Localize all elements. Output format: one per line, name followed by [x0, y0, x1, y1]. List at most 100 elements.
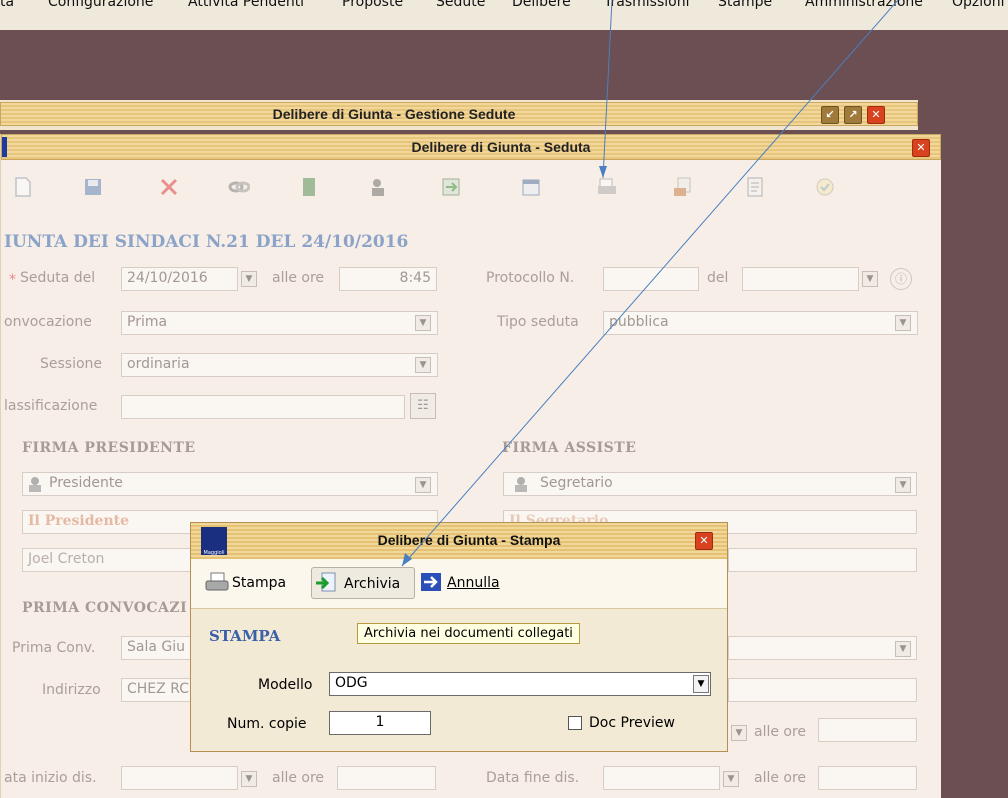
info-icon[interactable]: ⓘ — [890, 268, 912, 290]
prima-conv-select[interactable]: Sala Giu — [121, 636, 191, 660]
protocollo-field[interactable] — [603, 267, 699, 291]
menu-item-attivita-pendenti[interactable]: Attività Pendenti — [188, 0, 304, 10]
indirizzo-field[interactable]: CHEZ RC — [121, 678, 191, 702]
calendar-icon[interactable] — [520, 176, 542, 198]
chevron-down-icon[interactable]: ▼ — [241, 271, 257, 287]
protocollo-label: Protocollo N. — [486, 270, 575, 286]
check-icon[interactable] — [814, 176, 836, 198]
chevron-down-icon[interactable]: ▼ — [415, 315, 431, 331]
chevron-down-icon[interactable]: ▼ — [895, 641, 911, 657]
data-inizio-label: ata inizio dis. — [4, 770, 97, 786]
seduta-heading: IUNTA DEI SINDACI N.21 DEL 24/10/2016 — [4, 232, 409, 252]
link-icon[interactable] — [228, 176, 250, 198]
book-icon[interactable] — [298, 176, 320, 198]
users-icon[interactable] — [368, 176, 390, 198]
section-stampa: STAMPA — [209, 627, 281, 645]
data-fine-ore-field[interactable] — [818, 766, 917, 790]
required-mark: * — [9, 272, 16, 288]
titlebar-seduta: Delibere di Giunta - Seduta ✕ — [1, 134, 941, 160]
delete-icon[interactable] — [158, 176, 180, 198]
indirizzo-field-right[interactable] — [728, 678, 917, 702]
data-inizio-ore-field[interactable] — [337, 766, 436, 790]
tipo-seduta-label: Tipo seduta — [497, 314, 579, 330]
segretario-name-field[interactable] — [728, 548, 917, 572]
convocazione-label: onvocazione — [4, 314, 92, 330]
archivia-button[interactable]: Archivia — [311, 567, 415, 599]
modello-label: Modello — [258, 677, 313, 693]
prima-conv-label: Prima Conv. — [12, 640, 96, 656]
menu-item-stampe[interactable]: Stampe — [718, 0, 772, 10]
section-firma-assiste: FIRMA ASSISTE — [502, 440, 637, 456]
data-fine-field[interactable] — [603, 766, 720, 790]
chevron-down-icon[interactable]: ▼ — [415, 357, 431, 373]
close-icon[interactable]: ✕ — [695, 532, 713, 550]
seduta-del-label: Seduta del — [20, 270, 96, 286]
sessione-select[interactable]: ordinaria — [121, 353, 438, 377]
print-icon[interactable] — [596, 176, 618, 198]
alle-ore-label: alle ore — [272, 270, 325, 286]
del-field[interactable] — [742, 267, 859, 291]
maggioli-logo: Maggioli — [201, 527, 227, 555]
chevron-down-icon[interactable]: ▼ — [693, 675, 709, 693]
chevron-down-icon[interactable]: ▼ — [895, 315, 911, 331]
document-icon[interactable] — [744, 176, 766, 198]
archive-arrow-icon — [316, 572, 336, 592]
alle-ore-2-field[interactable] — [818, 718, 917, 742]
data-inizio-field[interactable] — [121, 766, 238, 790]
import-icon[interactable] — [440, 176, 462, 198]
menu-item-opzioni[interactable]: Opzioni — [952, 0, 1004, 10]
stampa-label: Stampa — [232, 575, 287, 591]
data-fine-alle-ore-label: alle ore — [754, 770, 807, 786]
data-fine-label: Data fine dis. — [486, 770, 580, 786]
close-icon[interactable]: ✕ — [912, 139, 930, 157]
menu-item-ta[interactable]: ta — [0, 0, 14, 10]
classificazione-field[interactable] — [121, 395, 405, 419]
dialog-title: Delibere di Giunta - Stampa — [377, 532, 561, 548]
dialog-titlebar: Maggioli Delibere di Giunta - Stampa ✕ — [191, 523, 727, 559]
tipo-seduta-select[interactable]: pubblica — [603, 311, 918, 335]
chevron-down-icon[interactable]: ▼ — [895, 477, 911, 493]
menu-item-sedute[interactable]: Sedute — [436, 0, 485, 10]
seduta-del-field[interactable]: 24/10/2016 — [121, 267, 238, 291]
chevron-down-icon[interactable]: ▼ — [415, 477, 431, 493]
save-icon[interactable] — [82, 176, 104, 198]
segretario-select[interactable]: Segretario — [503, 472, 917, 496]
menu-item-proposte[interactable]: Proposte — [342, 0, 403, 10]
menu-item-delibere[interactable]: Delibere — [512, 0, 571, 10]
archive-icon[interactable] — [672, 176, 694, 198]
presidente-select[interactable]: Presidente — [22, 472, 438, 496]
tree-lookup-icon[interactable]: ☷ — [410, 393, 436, 419]
chevron-down-icon[interactable]: ▼ — [862, 271, 878, 287]
toolbar — [0, 162, 940, 210]
alle-ore-field[interactable]: 8:45 — [339, 267, 437, 291]
menu-item-configurazione[interactable]: Configurazione — [48, 0, 153, 10]
archivia-tooltip: Archivia nei documenti collegati — [357, 623, 580, 644]
dialog-stampa: Maggioli Delibere di Giunta - Stampa ✕ S… — [190, 522, 728, 752]
menu-item-trasmissioni[interactable]: Trasmissioni — [604, 0, 689, 10]
new-icon[interactable] — [12, 176, 34, 198]
menu-item-amministrazione[interactable]: Amministrazione — [805, 0, 923, 10]
convocazione-select[interactable]: Prima — [121, 311, 438, 335]
maximize-icon[interactable]: ↗ — [844, 106, 862, 124]
section-prima-convocazione: PRIMA CONVOCAZI — [22, 600, 188, 616]
modello-select[interactable]: ODG — [329, 672, 711, 696]
app-icon — [2, 137, 7, 157]
titlebar-gestione-sedute: Delibere di Giunta - Gestione Sedute ↙ ↗… — [0, 102, 918, 126]
archivia-label: Archivia — [344, 576, 401, 592]
doc-preview-checkbox[interactable] — [568, 716, 582, 730]
close-icon[interactable]: ✕ — [867, 106, 885, 124]
presidente-name-field[interactable]: Joel Creton — [22, 548, 192, 572]
chevron-down-icon[interactable]: ▼ — [241, 771, 257, 787]
printer-icon — [205, 572, 229, 591]
chevron-down-icon[interactable]: ▼ — [731, 725, 747, 741]
classificazione-label: lassificazione — [4, 398, 98, 414]
section-firma-presidente: FIRMA PRESIDENTE — [22, 440, 196, 456]
num-copie-field[interactable]: 1 — [329, 711, 431, 735]
del-label: del — [707, 270, 729, 286]
annulla-label: Annulla — [447, 575, 500, 591]
doc-preview-label: Doc Preview — [589, 715, 675, 731]
dialog-toolbar: Stampa Archivia Annulla — [191, 559, 727, 609]
minimize-icon[interactable]: ↙ — [821, 106, 839, 124]
prima-conv-select-right[interactable] — [728, 636, 917, 660]
chevron-down-icon[interactable]: ▼ — [723, 771, 739, 787]
